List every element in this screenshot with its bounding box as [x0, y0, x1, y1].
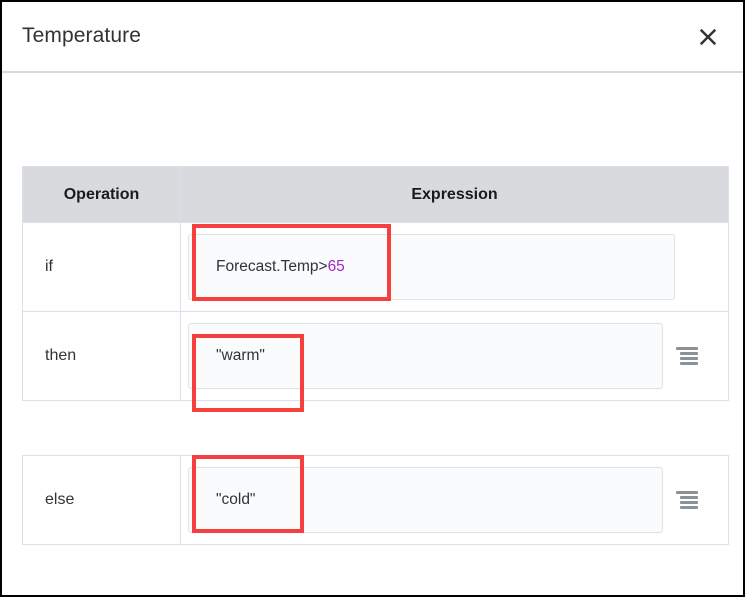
temperature-dialog: Temperature Operation Expression if Fore… — [0, 0, 745, 597]
expression-cell-then: "warm" — [180, 311, 729, 401]
expression-text-if: Forecast.Temp> — [216, 258, 328, 275]
close-button[interactable] — [693, 22, 723, 52]
table-row: else "cold" — [22, 455, 729, 545]
operation-label-then: then — [22, 311, 181, 401]
dialog-titlebar: Temperature — [2, 2, 743, 73]
table-row: then "warm" — [22, 311, 729, 401]
close-icon — [698, 27, 718, 47]
table-row: if Forecast.Temp> 65 — [22, 222, 729, 312]
expression-number-if: 65 — [327, 258, 345, 275]
expression-cell-if: Forecast.Temp> 65 — [180, 222, 729, 312]
expression-text-else: "cold" — [216, 491, 256, 508]
expression-input-else[interactable]: "cold" — [188, 467, 663, 533]
operation-label-if: if — [22, 222, 181, 312]
rule-table-else: else "cold" — [22, 455, 729, 545]
rule-table-primary: Operation Expression if Forecast.Temp> 65 — [22, 166, 729, 401]
expression-wrap-else: "cold" — [188, 456, 728, 544]
dialog-body: Operation Expression if Forecast.Temp> 65 — [2, 73, 743, 545]
operation-label-else: else — [22, 455, 181, 545]
expression-input-if[interactable]: Forecast.Temp> 65 — [188, 234, 675, 300]
expression-wrap-then: "warm" — [188, 312, 728, 400]
page-title: Temperature — [22, 24, 141, 47]
table-header-row: Operation Expression — [22, 166, 729, 223]
expression-cell-else: "cold" — [180, 455, 729, 545]
expression-list-icon-else[interactable] — [676, 490, 698, 510]
expression-text-then: "warm" — [216, 347, 265, 364]
expression-input-then[interactable]: "warm" — [188, 323, 663, 389]
column-header-operation: Operation — [22, 166, 181, 223]
expression-list-icon-then[interactable] — [676, 346, 698, 366]
expression-wrap-if: Forecast.Temp> 65 — [188, 223, 728, 311]
column-header-expression: Expression — [180, 166, 729, 223]
